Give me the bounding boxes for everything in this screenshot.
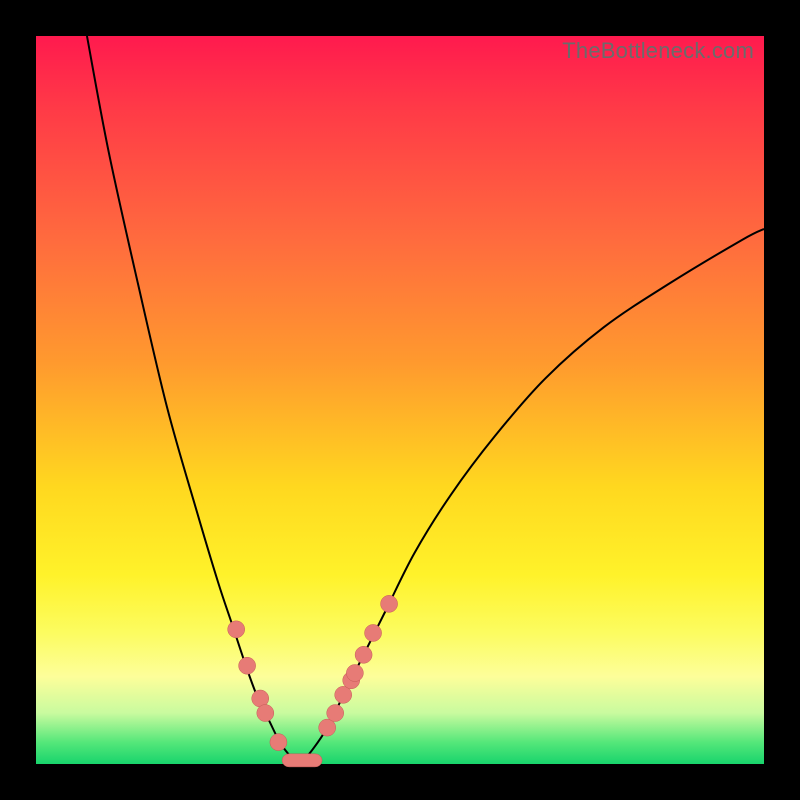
data-point	[346, 665, 363, 682]
data-point	[365, 624, 382, 641]
data-point	[228, 621, 245, 638]
plot-area: TheBottleneck.com	[36, 36, 764, 764]
dots-right	[319, 595, 398, 736]
data-point	[355, 646, 372, 663]
data-point	[239, 657, 256, 674]
data-point	[335, 686, 352, 703]
data-point	[270, 734, 287, 751]
data-point	[257, 705, 274, 722]
data-point	[327, 705, 344, 722]
curve-right	[300, 229, 764, 764]
bottom-capsule	[282, 754, 322, 767]
data-point	[381, 595, 398, 612]
chart-canvas: TheBottleneck.com	[0, 0, 800, 800]
chart-svg	[36, 36, 764, 764]
data-point	[319, 719, 336, 736]
curve-left	[87, 36, 300, 764]
